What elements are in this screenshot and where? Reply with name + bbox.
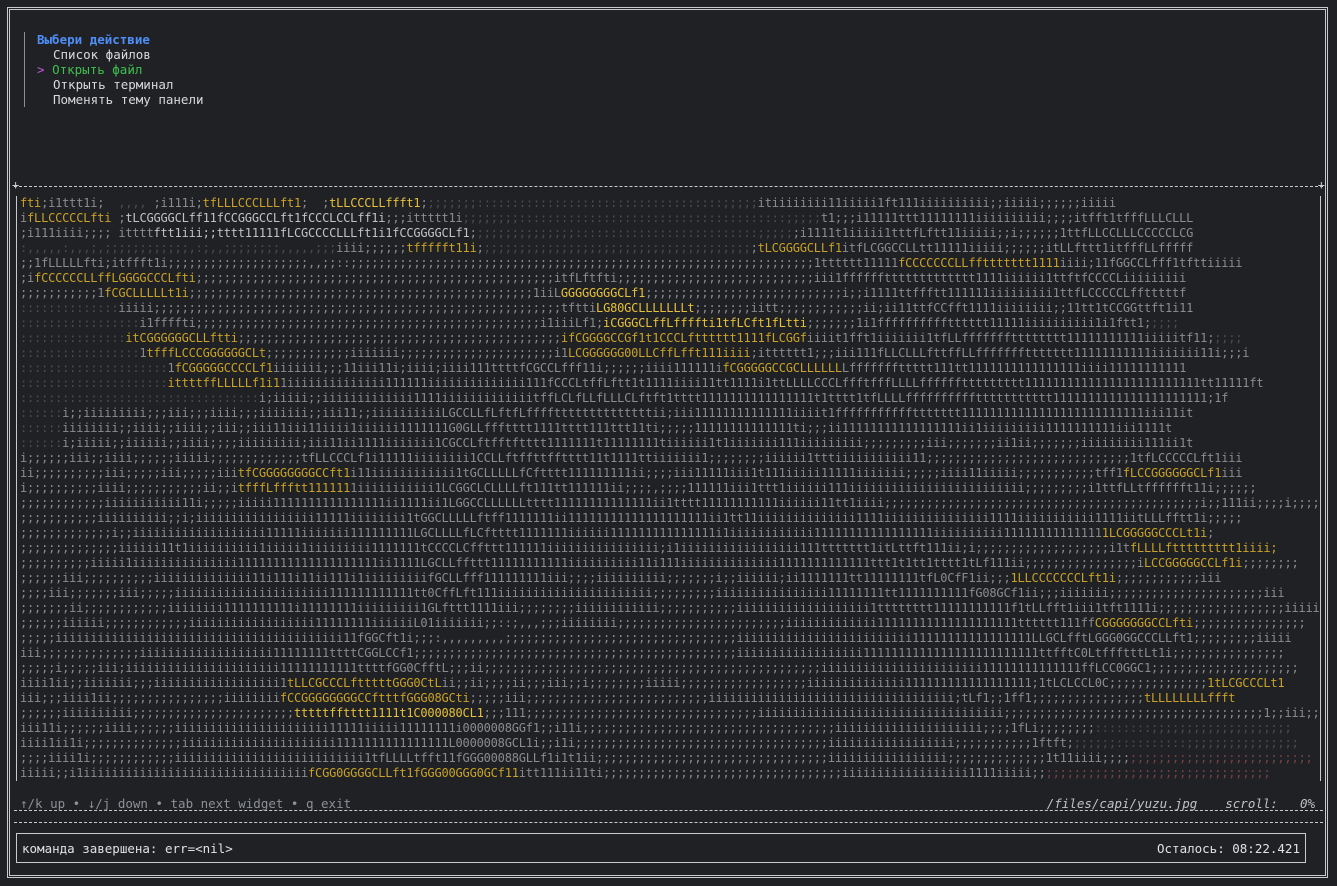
remaining-timer: Осталось: 08:22.421: [1157, 841, 1300, 856]
scroll-value: 0%: [1299, 796, 1315, 811]
menu-item-label: Открыть файл: [52, 62, 143, 77]
image-viewer-panel[interactable]: fti;i1ttt1i; ,,,, ;i111i;tfLLLCCCLLLft1;…: [12, 178, 1325, 811]
file-info: /files/capi/yuzu.jpg scroll: 0%: [1047, 796, 1315, 811]
status-message: команда завершена: err=<nil>: [22, 841, 233, 856]
ascii-art-image: fti;i1ttt1i; ,,,, ;i111i;tfLLLCCCLLLft1;…: [20, 196, 1321, 780]
menu-item-open-terminal[interactable]: Открыть терминал: [37, 77, 204, 92]
menu-item-label: Поменять тему панели: [53, 92, 204, 107]
menu-item-open-file[interactable]: > Открыть файл: [37, 62, 204, 77]
menu-item-label: Открыть терминал: [53, 77, 174, 92]
action-menu[interactable]: Выбери действие Список файлов > Открыть …: [24, 32, 204, 107]
status-bar: команда завершена: err=<nil> Осталось: 0…: [16, 833, 1306, 863]
file-path: /files/capi/yuzu.jpg: [1046, 796, 1198, 811]
menu-item-change-theme[interactable]: Поменять тему панели: [37, 92, 204, 107]
scroll-label: scroll:: [1225, 796, 1278, 811]
ascii-image-viewport[interactable]: fti;i1ttt1i; ,,,, ;i111i;tfLLLCCCLLLft1;…: [16, 196, 1321, 781]
menu-item-label: Список файлов: [53, 47, 151, 62]
selection-cursor-icon: >: [37, 62, 45, 77]
menu-title: Выбери действие: [37, 32, 150, 47]
panel-divider: [14, 822, 1323, 823]
menu-item-file-list[interactable]: Список файлов: [37, 47, 204, 62]
keybinding-help: ↑/k up • ↓/j down • tab next widget • q …: [20, 796, 352, 811]
